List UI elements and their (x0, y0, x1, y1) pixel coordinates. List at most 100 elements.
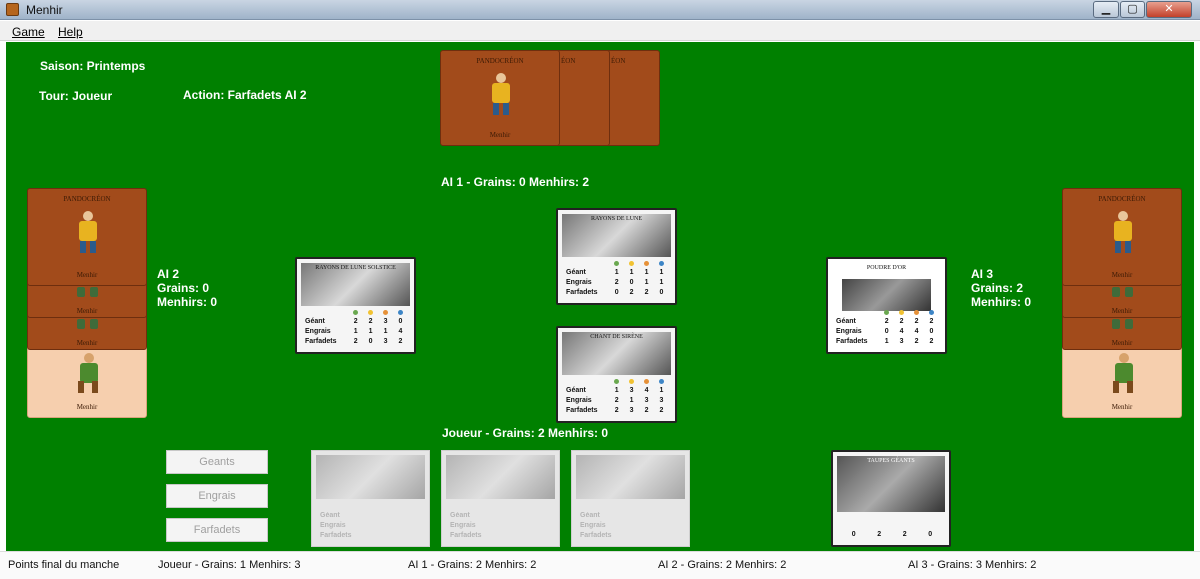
card-row-engrais: Engrais 1 1 1 4 (305, 327, 403, 335)
card-row-label: Géant (580, 511, 600, 519)
player-info: Joueur - Grains: 2 Menhirs: 0 (442, 426, 609, 440)
player-ally-card[interactable]: TAUPES GÉANTS 0220 (831, 450, 951, 547)
action-label: Action: Farfadets AI 2 (183, 88, 307, 102)
ai2-played-card: RAYONS DE LUNE SOLSTICE Géant 2 2 3 0 Engrai… (295, 257, 416, 354)
card-back-title: ÉON (561, 57, 576, 65)
card-row-label: Géant (450, 511, 470, 519)
card-row-geant: Géant 1 3 4 1 (566, 386, 664, 394)
season-icons (305, 308, 408, 316)
card-artwork (446, 455, 555, 499)
card-title: RAYONS DE LUNE SOLSTICE (315, 265, 396, 271)
ai3-info: AI 3 Grains: 2 Menhirs: 0 (971, 267, 1032, 309)
card-values-table: Géant 1 1 1 1 Engrais 2 0 1 1 Farfadets 0 2 2 0 (566, 259, 669, 297)
center-card: CHANT DE SIRÈNE Géant 1 3 4 1 Engrais 2 1 3 3 Fa… (556, 326, 677, 423)
card-row-engrais: Engrais 2 0 1 1 (566, 278, 664, 286)
card-values-table: Géant Engrais Farfadets (450, 510, 553, 540)
card-values-table: Géant Engrais Farfadets (320, 510, 423, 540)
card-title: TAUPES GÉANTS (867, 458, 915, 464)
status-bar: Points final du manche Joueur - Grains: … (0, 551, 1200, 579)
card-row-engrais: Engrais 2 1 3 3 (566, 396, 664, 404)
card-back-title: ÉON (611, 57, 626, 65)
card-back-title: PANDOCRÉON (63, 195, 111, 203)
card-row-farfadets: Farfadets 2 0 3 2 (305, 337, 403, 345)
turn-label: Tour: Joueur (39, 89, 113, 103)
card-back-label: Menhir (76, 339, 98, 347)
center-card: RAYONS DE LUNE Géant 1 1 1 1 Engrais 2 0 1 1 Far… (556, 208, 677, 305)
app-icon (6, 3, 19, 16)
boots-icon (77, 319, 99, 329)
card-back-label: Menhir (489, 131, 511, 139)
minimize-button[interactable]: ▁ (1093, 1, 1119, 18)
final-points-ai2: AI 2 - Grains: 2 Menhirs: 2 (658, 559, 787, 571)
card-artwork (842, 279, 931, 311)
card-artwork (837, 456, 945, 512)
season-icons (566, 377, 669, 385)
card-artwork (576, 455, 685, 499)
ai3-ally-card: Menhir (1062, 342, 1182, 418)
window-titlebar: Menhir ▁ ▢ ✕ (0, 0, 1200, 20)
card-title: RAYONS DE LUNE (590, 216, 643, 222)
card-title: POUDRE D'OR (866, 265, 907, 271)
card-back-title: PANDOCRÉON (1098, 195, 1146, 203)
ai3-hand-card: PANDOCRÉON Menhir (1062, 188, 1182, 286)
card-row-geant: Géant 1 1 1 1 (566, 268, 664, 276)
card-row-label: Farfadets (450, 531, 482, 539)
boots-icon (1112, 287, 1134, 297)
card-back-label: Menhir (1111, 271, 1133, 279)
player-hand-card[interactable]: Géant Engrais Farfadets (441, 450, 560, 547)
season-label: Saison: Printemps (40, 59, 146, 73)
final-points-ai1: AI 1 - Grains: 2 Menhirs: 2 (408, 559, 537, 571)
card-values-table: Géant 1 3 4 1 Engrais 2 1 3 3 Farfadets 2 3 2 2 (566, 377, 669, 415)
farfadets-button[interactable]: Farfadets (166, 518, 268, 542)
card-values-table: 0220 (851, 530, 933, 538)
card-back-label: Menhir (1111, 339, 1133, 347)
boots-icon (1112, 319, 1134, 329)
card-back-label: Menhir (1111, 307, 1133, 315)
season-icons (836, 308, 939, 316)
engrais-button[interactable]: Engrais (166, 484, 268, 508)
card-back-title: PANDOCRÉON (476, 57, 524, 65)
card-row-geant: Géant 2 2 2 2 (836, 317, 934, 325)
ai1-info: AI 1 - Grains: 0 Menhirs: 2 (441, 175, 590, 189)
ai1-hand-card: PANDOCRÉON Menhir (440, 50, 560, 146)
close-button[interactable]: ✕ (1146, 1, 1192, 18)
card-row-farfadets: Farfadets 2 3 2 2 (566, 406, 664, 414)
card-row-label: Géant (320, 511, 340, 519)
card-row-farfadets: Farfadets 1 3 2 2 (836, 337, 934, 345)
card-row-label: Engrais (320, 521, 346, 529)
card-title: CHANT DE SIRÈNE (590, 334, 643, 340)
card-back-label: Menhir (76, 307, 98, 315)
final-points-joueur: Joueur - Grains: 1 Menhirs: 3 (158, 559, 301, 571)
card-values-table: Géant Engrais Farfadets (580, 510, 683, 540)
maximize-button[interactable]: ▢ (1120, 1, 1145, 18)
card-back-label: Menhir (76, 403, 98, 411)
geants-button[interactable]: Geants (166, 450, 268, 474)
final-points-label: Points final du manche (8, 559, 120, 571)
card-row-label: Farfadets (320, 531, 352, 539)
card-values-table: Géant 2 2 2 2 Engrais 0 4 4 0 Farfadets 1 3 2 2 (836, 308, 939, 346)
menu-help[interactable]: Help (58, 25, 83, 39)
card-row-farfadets: Farfadets 0 2 2 0 (566, 288, 664, 296)
game-table: Saison: Printemps Tour: Joueur Action: F… (6, 42, 1194, 551)
ai2-hand-card: PANDOCRÉON Menhir (27, 188, 147, 286)
season-icons (566, 259, 669, 267)
player-hand-card[interactable]: Géant Engrais Farfadets (571, 450, 690, 547)
card-back-label: Menhir (76, 271, 98, 279)
card-row-engrais: Engrais 0 4 4 0 (836, 327, 934, 335)
ai2-ally-card: Menhir (27, 342, 147, 418)
card-back-label: Menhir (1111, 403, 1133, 411)
card-row-label: Engrais (580, 521, 606, 529)
player-hand-card[interactable]: Géant Engrais Farfadets (311, 450, 430, 547)
ai2-info: AI 2 Grains: 0 Menhirs: 0 (157, 267, 218, 309)
card-artwork (316, 455, 425, 499)
final-points-ai3: AI 3 - Grains: 3 Menhirs: 2 (908, 559, 1037, 571)
menu-game[interactable]: Game (12, 25, 45, 39)
card-row-geant: Géant 2 2 3 0 (305, 317, 403, 325)
menu-bar: Game Help (0, 21, 1200, 41)
boots-icon (77, 287, 99, 297)
window-title: Menhir (26, 3, 63, 17)
card-values-table: Géant 2 2 3 0 Engrais 1 1 1 4 Farfadets 2 0 3 2 (305, 308, 408, 346)
card-row-label: Farfadets (580, 531, 612, 539)
ai3-played-card: POUDRE D'OR Géant 2 2 2 2 Engrais 0 4 4 0 Farfad… (826, 257, 947, 354)
card-row-label: Engrais (450, 521, 476, 529)
